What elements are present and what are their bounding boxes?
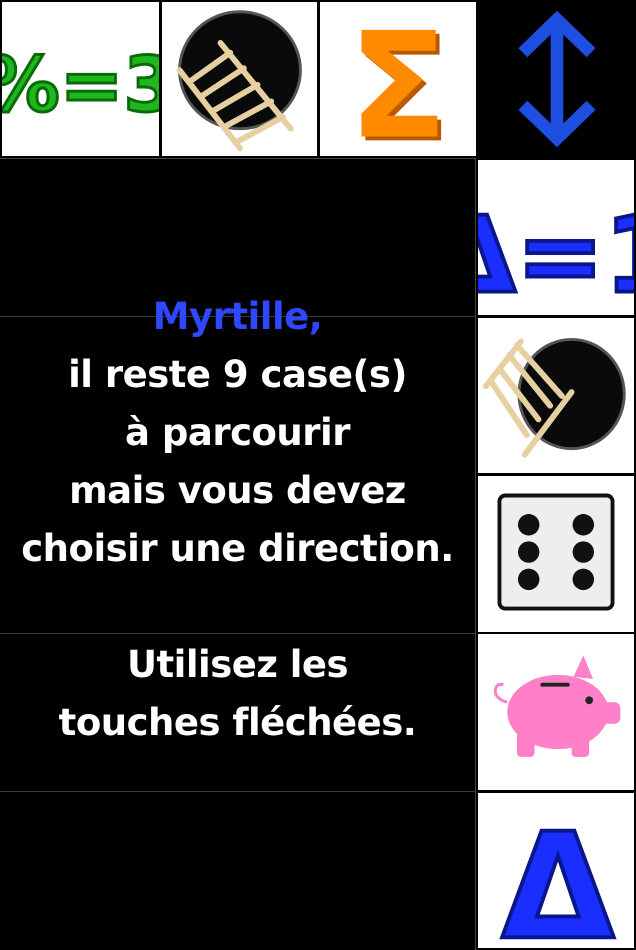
dice-six-icon	[497, 493, 615, 611]
board-cell-ladder-hole	[476, 316, 636, 475]
board-cell-sigma: Σ Σ	[318, 0, 478, 158]
percent-equals-3-icon: %=3	[2, 39, 159, 131]
board-cell-piggy	[476, 632, 636, 792]
message-line-travel: à parcourir	[125, 410, 350, 454]
board-cell-delta-1: Δ=1	[476, 158, 636, 317]
delta-equals-1-text: Δ=1	[478, 194, 634, 315]
message-line-must: mais vous devez	[69, 468, 406, 512]
board-cell-percent: %=3	[0, 0, 161, 158]
board-cell-delta: Δ	[476, 791, 636, 950]
ladder-hole-icon	[482, 337, 626, 458]
player-name: Myrtille,	[152, 294, 323, 338]
board-cell-dice	[476, 474, 636, 634]
message-line-arrows: touches fléchées.	[58, 700, 417, 744]
hole-ladder-icon	[176, 10, 302, 152]
board-cell-hole-ladder	[160, 0, 319, 158]
percent-equals-3-text: %=3	[2, 40, 159, 129]
piggy-bank-icon	[493, 655, 621, 757]
message-line-use: Utilisez les	[126, 642, 349, 686]
game-board: %=3 Σ Σ	[0, 0, 636, 950]
message-line-direction: choisir une direction.	[21, 526, 454, 570]
sigma-icon: Σ Σ	[348, 2, 452, 156]
up-down-arrow-icon	[518, 10, 596, 148]
board-cell-arrow	[477, 0, 636, 158]
sigma-text: Σ	[348, 2, 448, 156]
delta-text: Δ	[501, 802, 614, 948]
turn-message: Myrtille, il reste 9 case(s) à parcourir…	[0, 158, 476, 950]
message-line-remaining: il reste 9 case(s)	[68, 352, 407, 396]
delta-equals-1-icon: Δ=1	[478, 192, 634, 315]
delta-icon: Δ	[499, 800, 616, 948]
